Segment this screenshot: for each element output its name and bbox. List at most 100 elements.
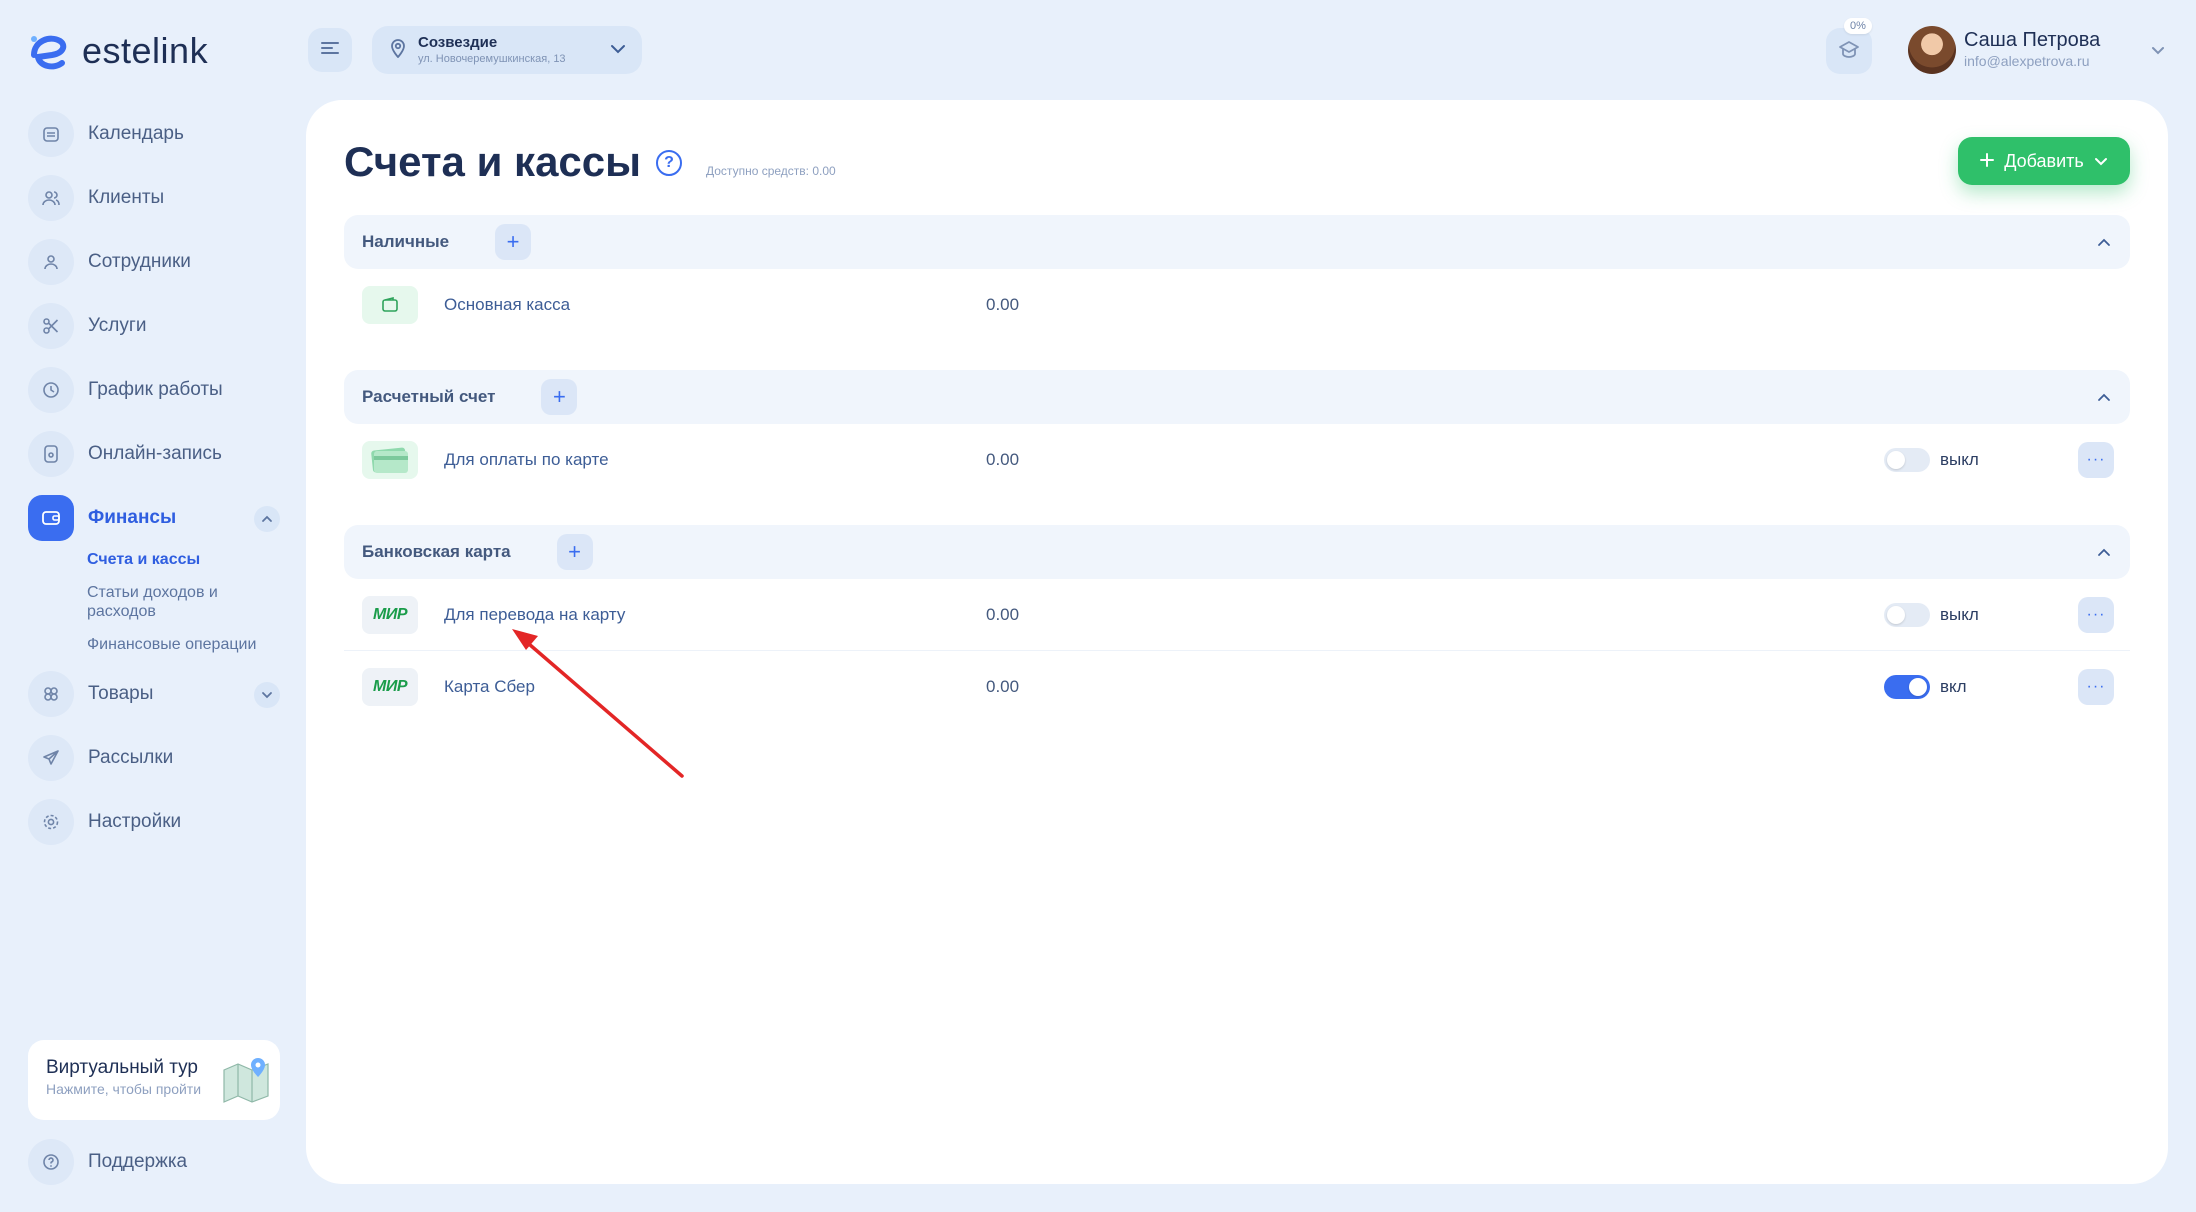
account-name[interactable]: Карта Сбер bbox=[444, 677, 535, 697]
sidebar-item-calendar[interactable]: Календарь bbox=[28, 110, 280, 158]
sidebar-item-products[interactable]: Товары bbox=[28, 670, 280, 718]
section-add-button[interactable]: + bbox=[556, 534, 593, 570]
card-icon bbox=[362, 441, 418, 479]
table-row[interactable]: Основная касса 0.00 bbox=[344, 269, 2130, 341]
plus-icon bbox=[1980, 151, 1995, 172]
section-title: Расчетный счет bbox=[362, 387, 496, 406]
help-circle-icon bbox=[28, 1139, 74, 1185]
section-header[interactable]: Наличные + bbox=[344, 215, 2130, 269]
sidebar-item-label: Финансы bbox=[88, 507, 177, 528]
account-name[interactable]: Для перевода на карту bbox=[444, 605, 625, 625]
mir-logo: МИР bbox=[362, 595, 418, 634]
table-row[interactable]: МИР Для перевода на карту 0.00 выкл ··· bbox=[344, 579, 2130, 651]
menu-icon bbox=[321, 41, 339, 60]
products-icon bbox=[28, 671, 74, 717]
online-booking-icon bbox=[28, 431, 74, 477]
page-title: Счета и кассы bbox=[344, 138, 642, 185]
wallet-icon bbox=[28, 495, 74, 541]
sidebar-item-finance[interactable]: Финансы bbox=[28, 494, 280, 542]
sidebar-item-employees[interactable]: Сотрудники bbox=[28, 238, 280, 286]
chevron-up-icon[interactable] bbox=[2094, 232, 2114, 252]
sidebar-item-services[interactable]: Услуги bbox=[28, 302, 280, 350]
sidebar-nav: Календарь Клиенты Сотрудники Услуги Граф… bbox=[28, 110, 280, 862]
sidebar-item-label: Рассылки bbox=[88, 747, 174, 768]
map-illustration-icon bbox=[220, 1052, 276, 1108]
section-header[interactable]: Расчетный счет + bbox=[344, 370, 2130, 424]
add-button[interactable]: Добавить bbox=[1958, 137, 2130, 185]
subnav-item-accounts[interactable]: Счета и кассы bbox=[87, 550, 280, 569]
section-add-button[interactable]: + bbox=[495, 224, 532, 260]
send-icon bbox=[28, 735, 74, 781]
section-header[interactable]: Банковская карта + bbox=[344, 525, 2130, 579]
account-amount: 0.00 bbox=[986, 604, 1020, 624]
sidebar-item-label: Товары bbox=[88, 683, 154, 704]
subnav-item-income-expense[interactable]: Статьи доходов и расходов bbox=[87, 583, 280, 621]
location-address: ул. Новочеремушкинская, 13 bbox=[418, 53, 566, 65]
user-email: info@alexpetrova.ru bbox=[1964, 53, 2090, 69]
sidebar-item-support[interactable]: Поддержка bbox=[28, 1138, 280, 1186]
sidebar-item-label: Поддержка bbox=[88, 1151, 188, 1172]
estelink-logo-icon bbox=[28, 29, 72, 73]
account-name[interactable]: Основная касса bbox=[444, 295, 570, 315]
user-name: Саша Петрова bbox=[1964, 29, 2101, 51]
subnav-item-operations[interactable]: Финансовые операции bbox=[87, 635, 280, 654]
table-row[interactable]: Для оплаты по карте 0.00 выкл ··· bbox=[344, 424, 2130, 496]
app-logo[interactable]: estelink bbox=[28, 28, 208, 74]
sidebar-item-label: Сотрудники bbox=[88, 251, 191, 272]
table-row[interactable]: МИР Карта Сбер 0.00 вкл ··· bbox=[344, 651, 2130, 723]
section-title: Наличные bbox=[362, 232, 450, 251]
sidebar-item-label: Онлайн-запись bbox=[88, 443, 222, 464]
user-chevron-down-icon[interactable] bbox=[2148, 40, 2168, 60]
sidebar-item-label: График работы bbox=[88, 379, 223, 400]
location-pin-icon bbox=[390, 38, 406, 63]
chevron-up-icon[interactable] bbox=[2094, 387, 2114, 407]
account-amount: 0.00 bbox=[986, 295, 1020, 314]
menu-toggle-button[interactable] bbox=[308, 28, 352, 72]
finance-subnav: Счета и кассы Статьи доходов и расходов … bbox=[87, 550, 280, 654]
active-toggle[interactable] bbox=[1884, 448, 1930, 472]
location-selector[interactable]: Созвездие ул. Новочеремушкинская, 13 bbox=[372, 26, 642, 74]
available-funds: Доступно средств: 0.00 bbox=[706, 164, 836, 178]
section-cash: Наличные + Основная касса 0.00 bbox=[344, 215, 2130, 341]
avatar[interactable] bbox=[1908, 26, 1956, 74]
sidebar-item-mailings[interactable]: Рассылки bbox=[28, 734, 280, 782]
sidebar-item-settings[interactable]: Настройки bbox=[28, 798, 280, 846]
toggle-label: выкл bbox=[1940, 604, 1979, 624]
section-bank-card: Банковская карта + МИР Для перевода на к… bbox=[344, 525, 2130, 723]
scissors-icon bbox=[28, 303, 74, 349]
account-amount: 0.00 bbox=[986, 677, 1020, 696]
mir-logo: МИР bbox=[362, 668, 418, 706]
section-add-button[interactable]: + bbox=[541, 379, 578, 415]
help-icon[interactable]: ? bbox=[656, 150, 682, 176]
toggle-label: выкл bbox=[1940, 450, 1979, 469]
sidebar-item-online-booking[interactable]: Онлайн-запись bbox=[28, 430, 280, 478]
chevron-up-icon[interactable] bbox=[2094, 542, 2114, 562]
virtual-tour-card[interactable]: Виртуальный тур Нажмите, чтобы пройти bbox=[28, 1040, 280, 1120]
user-menu[interactable]: Саша Петрова info@alexpetrova.ru bbox=[1964, 28, 2100, 70]
account-name[interactable]: Для оплаты по карте bbox=[444, 450, 609, 470]
sidebar-item-schedule[interactable]: График работы bbox=[28, 366, 280, 414]
toggle-label: вкл bbox=[1940, 677, 1967, 696]
logo-text: estelink bbox=[82, 30, 209, 71]
section-settlement-account: Расчетный счет + Для оплаты по карте 0.0… bbox=[344, 370, 2130, 496]
more-actions-button[interactable]: ··· bbox=[2078, 442, 2114, 478]
more-actions-button[interactable]: ··· bbox=[2078, 596, 2114, 633]
gear-icon bbox=[28, 799, 74, 845]
chevron-down-icon[interactable] bbox=[254, 682, 280, 708]
sidebar-item-label: Клиенты bbox=[88, 187, 165, 208]
sidebar-item-label: Настройки bbox=[88, 811, 182, 832]
more-actions-button[interactable]: ··· bbox=[2078, 669, 2114, 705]
section-title: Банковская карта bbox=[362, 542, 511, 561]
add-button-label: Добавить bbox=[2004, 150, 2084, 171]
clients-icon bbox=[28, 175, 74, 221]
chevron-up-icon[interactable] bbox=[254, 506, 280, 532]
graduation-cap-icon bbox=[1838, 39, 1860, 64]
location-name: Созвездие bbox=[418, 34, 498, 51]
active-toggle[interactable] bbox=[1884, 675, 1930, 699]
active-toggle[interactable] bbox=[1884, 602, 1930, 627]
main-panel: Счета и кассы ? Доступно средств: 0.00 Д… bbox=[306, 100, 2168, 1184]
employee-icon bbox=[28, 239, 74, 285]
sidebar-item-label: Календарь bbox=[88, 123, 184, 144]
sidebar-item-clients[interactable]: Клиенты bbox=[28, 174, 280, 222]
onboarding-progress-button[interactable] bbox=[1826, 28, 1872, 74]
